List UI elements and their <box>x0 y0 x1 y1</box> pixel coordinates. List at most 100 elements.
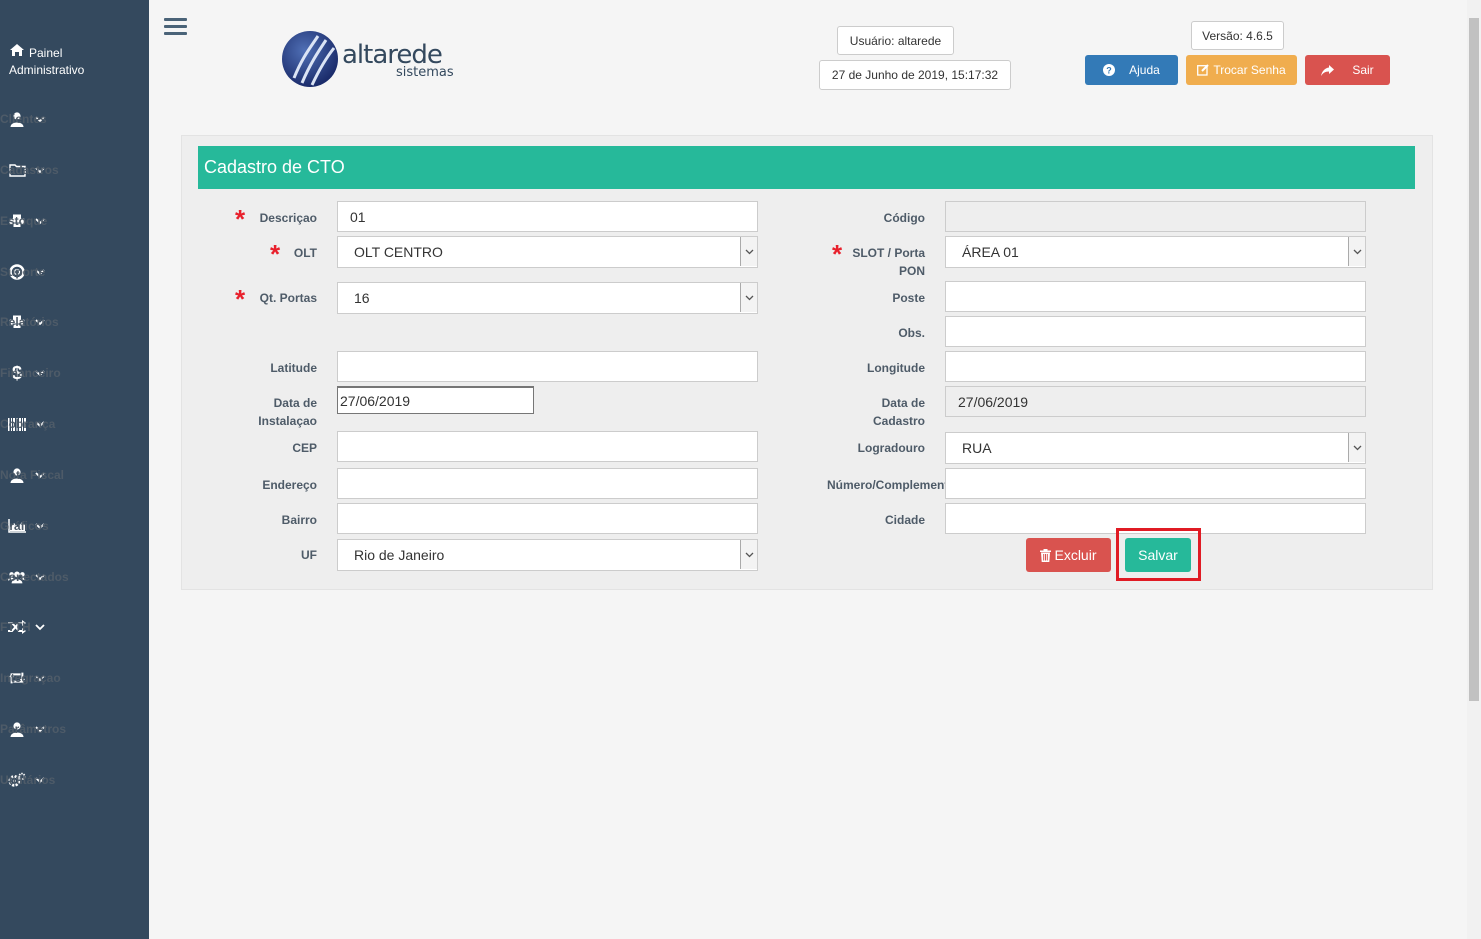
sidebar-item-cobranca[interactable]: Cobrança <box>0 409 149 439</box>
sidebar-item-label: FTTH <box>0 620 31 634</box>
sidebar-item-relatorios[interactable]: Relatórios <box>0 307 149 337</box>
bairro-input[interactable] <box>337 503 758 534</box>
codigo-label: Código <box>883 211 925 225</box>
numero-label: Número/Complemento <box>827 478 945 492</box>
slot-select[interactable]: ÁREA 01 <box>945 236 1366 268</box>
sidebar-item-financeiro[interactable]: $ Financeiro <box>0 358 149 388</box>
olt-select[interactable]: OLT CENTRO <box>337 236 758 268</box>
sidebar-item-label: Integraçao <box>0 671 61 685</box>
share-icon <box>1321 64 1335 76</box>
qt-portas-select[interactable]: 16 <box>337 282 758 314</box>
home-icon <box>9 43 29 62</box>
cep-label: CEP <box>292 441 317 455</box>
obs-label: Obs. <box>898 326 925 340</box>
chevron-down-icon <box>1348 237 1365 266</box>
sidebar-item-label: Cadastros <box>0 163 59 177</box>
trash-icon <box>1040 548 1052 562</box>
slot-select-value: ÁREA 01 <box>962 244 1019 260</box>
sidebar-item-label: Financeiro <box>0 366 61 380</box>
sidebar-item-label: Clientes <box>0 112 47 126</box>
uf-select[interactable]: Rio de Janeiro <box>337 539 758 571</box>
latitude-input[interactable] <box>337 351 758 382</box>
sidebar-item-estoque[interactable]: Estoque <box>0 206 149 236</box>
delete-button[interactable]: Excluir <box>1026 538 1111 572</box>
endereco-label: Endereço <box>262 478 317 492</box>
logradouro-label: Logradouro <box>857 441 925 455</box>
change-password-button[interactable]: Trocar Senha <box>1186 55 1297 85</box>
chevron-down-icon <box>740 540 757 569</box>
help-button[interactable]: ? Ajuda <box>1085 55 1178 85</box>
poste-label: Poste <box>892 291 925 305</box>
svg-text:?: ? <box>1106 66 1112 76</box>
page-scrollbar[interactable] <box>1467 0 1481 939</box>
latitude-label: Latitude <box>270 361 317 375</box>
slot-label-line1: SLOT / Porta <box>852 246 925 260</box>
scrollbar-thumb[interactable] <box>1469 18 1479 701</box>
sidebar-item-label: Gráficos <box>0 519 49 533</box>
logout-button[interactable]: Sair <box>1305 55 1390 85</box>
logo: altarede sistemas <box>280 28 470 90</box>
sidebar-item-graficos[interactable]: Gráficos <box>0 511 149 541</box>
sidebar-item-label: Nota Fiscal <box>0 468 65 482</box>
sidebar-item-suporte[interactable]: Suporte <box>0 257 149 287</box>
chevron-down-icon <box>1348 433 1365 462</box>
cep-input[interactable] <box>337 431 758 462</box>
sidebar-item-label: Conectados <box>0 570 69 584</box>
logradouro-select-value: RUA <box>962 440 992 456</box>
sidebar-dashboard-link[interactable]: Painel Administrativo <box>9 43 139 79</box>
poste-input[interactable] <box>945 281 1366 312</box>
data-instalacao-label-line2: Instalaçao <box>258 414 317 428</box>
sidebar-item-nota-fiscal[interactable]: Nota Fiscal <box>0 460 149 490</box>
slot-label: SLOT / Porta PON <box>825 244 925 280</box>
change-password-label: Trocar Senha <box>1213 63 1286 77</box>
cidade-label: Cidade <box>884 513 925 527</box>
sidebar-item-label: Estoque <box>0 214 48 228</box>
sidebar: Painel Administrativo Clientes Cadastros… <box>0 0 149 939</box>
data-cadastro-input: 27/06/2019 <box>945 386 1366 417</box>
olt-label: OLT <box>293 246 317 260</box>
endereco-input[interactable] <box>337 468 758 499</box>
data-cadastro-label: Data de Cadastro <box>825 394 925 430</box>
sidebar-item-label: Relatórios <box>0 315 59 329</box>
delete-label: Excluir <box>1054 547 1097 563</box>
version-info: Versão: 4.6.5 <box>1191 21 1284 50</box>
sidebar-item-utilitarios[interactable]: Utilitários <box>0 765 149 795</box>
sidebar-item-integracao[interactable]: Integraçao <box>0 663 149 693</box>
logradouro-select[interactable]: RUA <box>945 432 1366 464</box>
menu-toggle-button[interactable] <box>164 18 187 38</box>
olt-select-value: OLT CENTRO <box>354 244 443 260</box>
sidebar-item-clientes[interactable]: Clientes <box>0 104 149 134</box>
sidebar-item-conectados[interactable]: Conectados <box>0 562 149 592</box>
data-instalacao-input[interactable]: 27/06/2019 <box>337 386 534 414</box>
codigo-input <box>945 201 1366 232</box>
save-label: Salvar <box>1138 547 1178 563</box>
logout-label: Sair <box>1352 63 1374 77</box>
numero-input[interactable] <box>945 468 1366 499</box>
longitude-label: Longitude <box>867 361 925 375</box>
sidebar-item-parametros[interactable]: Parâmetros <box>0 714 149 744</box>
help-label: Ajuda <box>1129 63 1160 77</box>
sidebar-item-label: Suporte <box>0 265 46 279</box>
chevron-down-icon <box>740 283 757 312</box>
sidebar-item-label: Cobrança <box>0 417 56 431</box>
longitude-input[interactable] <box>945 351 1366 382</box>
qt-portas-select-value: 16 <box>354 290 370 306</box>
logo-mark-icon <box>282 31 338 87</box>
form-title: Cadastro de CTO <box>198 146 1415 189</box>
sidebar-item-ftth[interactable]: FTTH <box>0 612 149 642</box>
sidebar-item-cadastros[interactable]: Cadastros <box>0 155 149 185</box>
save-button[interactable]: Salvar <box>1125 538 1191 572</box>
descricao-input[interactable]: 01 <box>337 201 758 232</box>
chevron-down-icon <box>740 237 757 266</box>
obs-input[interactable] <box>945 316 1366 347</box>
slot-label-line2: PON <box>898 264 925 278</box>
question-circle-icon: ? <box>1103 64 1116 76</box>
qt-portas-label: Qt. Portas <box>259 291 317 305</box>
sidebar-item-label: Parâmetros <box>0 722 67 736</box>
descricao-label: Descriçao <box>259 211 317 225</box>
data-cadastro-label-line1: Data de <box>881 396 925 410</box>
uf-select-value: Rio de Janeiro <box>354 547 445 563</box>
datetime-info: 27 de Junho de 2019, 15:17:32 <box>819 60 1011 90</box>
data-cadastro-label-line2: Cadastro <box>872 414 925 428</box>
edit-icon <box>1197 64 1210 76</box>
